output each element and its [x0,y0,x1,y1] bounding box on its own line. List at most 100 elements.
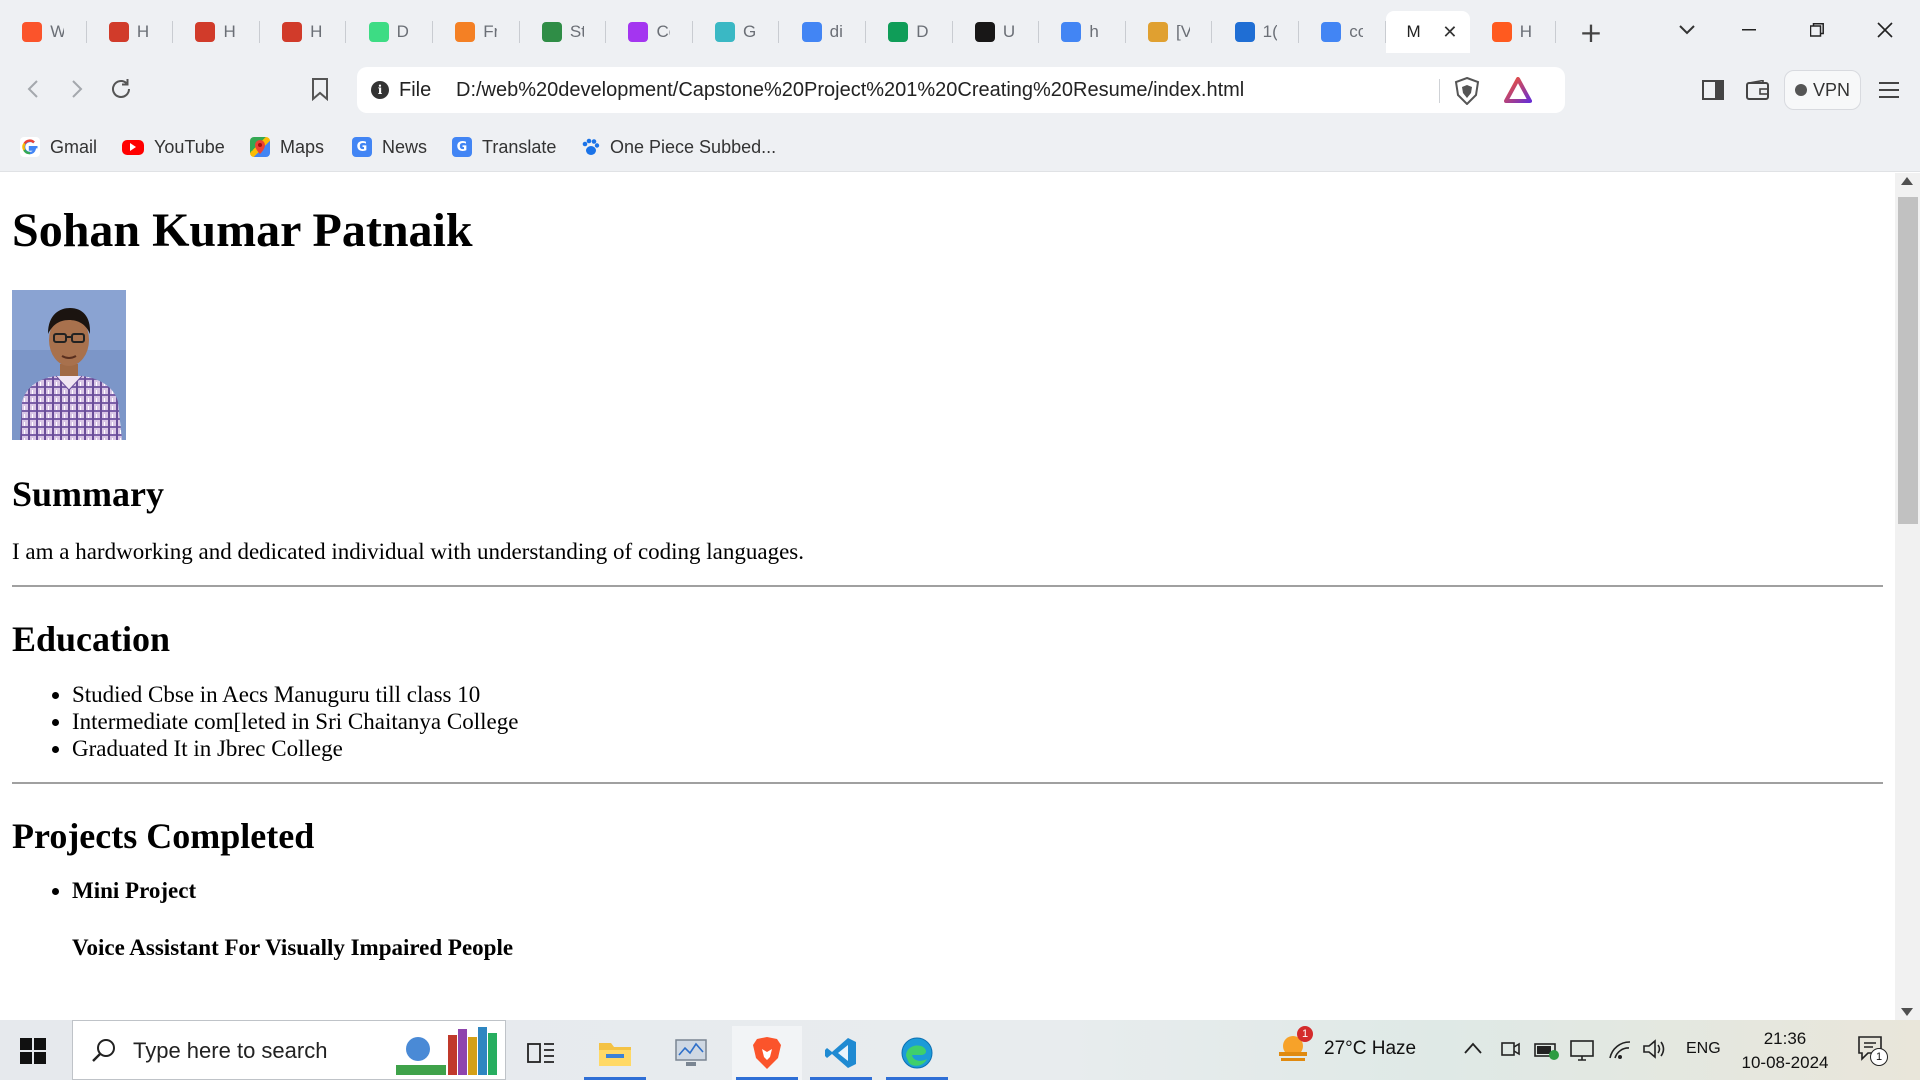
tab-16[interactable]: M ✕ [1385,11,1470,53]
android-icon [368,22,389,42]
bookmark-youtube[interactable]: YouTube [122,135,225,159]
bookmark-one-piece[interactable]: One Piece Subbed... [580,135,776,159]
tab-10[interactable]: D [866,11,953,53]
tab-0[interactable]: W [0,11,87,53]
github-icon [974,22,995,42]
tab-title: Co [656,22,670,41]
geeksforgeeks-icon [541,22,562,42]
tab-6[interactable]: St [520,11,607,53]
tab-separator [1555,21,1557,43]
tab-title: D [396,22,409,41]
new-tab-button[interactable]: + [1570,11,1612,53]
brave-rewards-icon[interactable] [1504,77,1532,103]
folder-icon [599,1043,631,1066]
tab-8[interactable]: G [693,11,780,53]
chevron-down-icon [1679,24,1695,34]
back-button[interactable] [13,69,53,109]
page-scrollbar[interactable] [1895,173,1920,1020]
task-view-button[interactable] [506,1026,576,1080]
tab-title: h [1089,22,1099,41]
weather-widget[interactable]: 1 [1275,1026,1313,1071]
minimize-button[interactable] [1716,0,1782,59]
restore-button[interactable] [1784,0,1850,59]
dinosaur-icon [715,22,736,42]
meet-now-icon[interactable] [1500,1038,1520,1060]
vscode-app[interactable] [806,1026,876,1080]
google-icon [1061,22,1082,42]
clock-date: 10-08-2024 [1741,1053,1829,1072]
scheme-label[interactable]: File [399,79,431,102]
search-highlight-books-icon [396,1027,497,1075]
translate-icon: G [452,137,472,157]
tab-9[interactable]: di [779,11,866,53]
file-explorer-app[interactable] [580,1026,650,1080]
tab-1[interactable]: H [87,11,174,53]
tab-11[interactable]: U [953,11,1040,53]
battery-icon[interactable] [1534,1039,1560,1061]
monitor-app[interactable] [656,1026,726,1080]
bookmark-news[interactable]: G News [352,135,427,159]
url-text[interactable]: D:/web%20development/Capstone%20Project%… [456,79,1244,102]
bookmark-label: Translate [482,136,557,157]
worker-icon [1148,22,1169,42]
bookmark-maps[interactable]: Maps [250,135,324,159]
scroll-up-arrow-icon[interactable] [1901,177,1913,185]
dev-icon [888,22,909,42]
start-button[interactable] [20,1038,46,1064]
bookmark-page-button[interactable] [300,69,340,109]
weather-text[interactable]: 27°C Haze [1324,1038,1416,1060]
close-tab-icon[interactable]: ✕ [1442,22,1457,43]
monitor-icon [675,1039,707,1066]
edge-icon [901,1037,933,1069]
brave-shield-icon[interactable] [1454,77,1480,105]
language-indicator[interactable]: ENG [1686,1040,1721,1058]
wallet-button[interactable] [1740,72,1776,108]
project-item: Mini Project [72,877,1883,904]
scrollbar-thumb[interactable] [1898,197,1918,524]
scroll-down-arrow-icon[interactable] [1901,1008,1913,1016]
taskbar-search-box[interactable]: Type here to search [72,1020,506,1080]
reload-button[interactable] [101,69,141,109]
tab-search-button[interactable] [1654,0,1720,59]
news-icon: G [352,137,372,157]
tab-13[interactable]: [V [1126,11,1213,53]
tab-2[interactable]: H [173,11,260,53]
browser-toolbar: i File D:/web%20development/Capstone%20P… [0,59,1920,122]
paw-icon [580,137,600,157]
address-bar[interactable]: i File D:/web%20development/Capstone%20P… [357,67,1565,113]
vpn-button[interactable]: VPN [1784,70,1861,110]
tab-4[interactable]: D [346,11,433,53]
bookmark-gmail[interactable]: Gmail [20,135,97,159]
wallet-icon [1746,80,1769,100]
tab-12[interactable]: h [1039,11,1126,53]
stackoverflow-icon [455,22,476,42]
notification-count: 1 [1870,1048,1888,1066]
forward-button[interactable] [57,69,97,109]
notification-center-button[interactable]: 1 [1856,1034,1888,1069]
windows-taskbar: Type here to search 1 27°C Haze ENG 21:3… [0,1020,1920,1080]
tab-14[interactable]: 1( [1212,11,1299,53]
bookmark-translate[interactable]: G Translate [452,135,556,159]
edge-app[interactable] [882,1026,952,1080]
tab-17[interactable]: H [1470,11,1557,53]
volume-icon[interactable] [1642,1038,1666,1060]
tab-title: G [743,22,757,41]
menu-button[interactable] [1871,72,1907,108]
brave-browser-app[interactable] [732,1026,802,1080]
info-icon[interactable]: i [371,81,389,99]
display-icon[interactable] [1570,1039,1594,1061]
close-window-button[interactable] [1852,0,1918,59]
tab-5[interactable]: Fr [433,11,520,53]
tab-title: cc [1349,22,1364,41]
wifi-icon[interactable] [1608,1038,1632,1060]
education-item: Intermediate com[leted in Sri Chaitanya … [72,708,1883,735]
bookmark-label: News [382,136,428,157]
search-placeholder[interactable]: Type here to search [133,1038,327,1064]
tab-7[interactable]: Co [606,11,693,53]
tab-list: WHHHDFrStCoGdiDUh[V1(ccM✕H [0,11,1557,53]
tab-15[interactable]: cc [1299,11,1386,53]
clock[interactable]: 21:36 10-08-2024 [1735,1027,1835,1075]
tab-3[interactable]: H [260,11,347,53]
sidebar-button[interactable] [1695,72,1731,108]
chevron-up-icon[interactable] [1464,1042,1482,1054]
